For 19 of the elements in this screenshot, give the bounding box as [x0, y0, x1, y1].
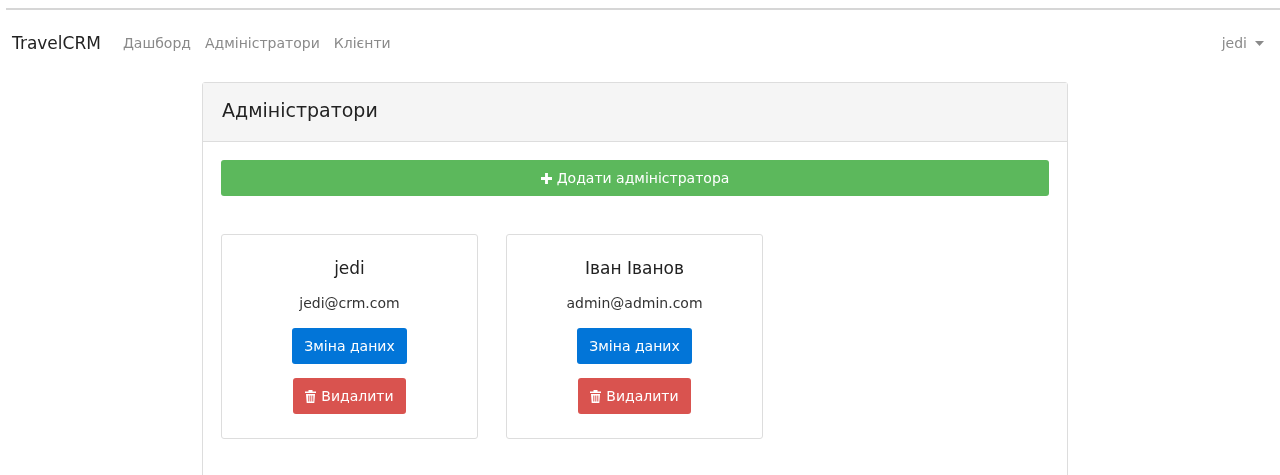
brand-link[interactable]: TravelCRM — [12, 33, 101, 53]
add-admin-button[interactable]: Додати адміністратора — [221, 160, 1049, 196]
edit-button[interactable]: Зміна даних — [577, 328, 692, 364]
trash-icon — [590, 389, 602, 403]
nav-link[interactable]: Адміністратори — [205, 35, 320, 51]
admin-email: admin@admin.com — [566, 295, 703, 311]
delete-button[interactable]: Видалити — [578, 378, 691, 414]
delete-button[interactable]: Видалити — [293, 378, 406, 414]
admin-name: Іван Іванов — [585, 258, 684, 278]
panel-title: Адміністратори — [203, 83, 1067, 142]
caret-icon — [1255, 40, 1264, 46]
admin-email: jedi@crm.com — [299, 295, 400, 311]
trash-icon — [305, 389, 317, 403]
edit-button[interactable]: Зміна даних — [292, 328, 407, 364]
nav-link[interactable]: Дашборд — [122, 35, 191, 51]
user-menu[interactable]: jedi — [1221, 35, 1264, 51]
nav-link[interactable]: Клієнти — [333, 35, 391, 51]
plus-icon — [540, 172, 552, 184]
admin-name: jedi — [334, 258, 365, 278]
